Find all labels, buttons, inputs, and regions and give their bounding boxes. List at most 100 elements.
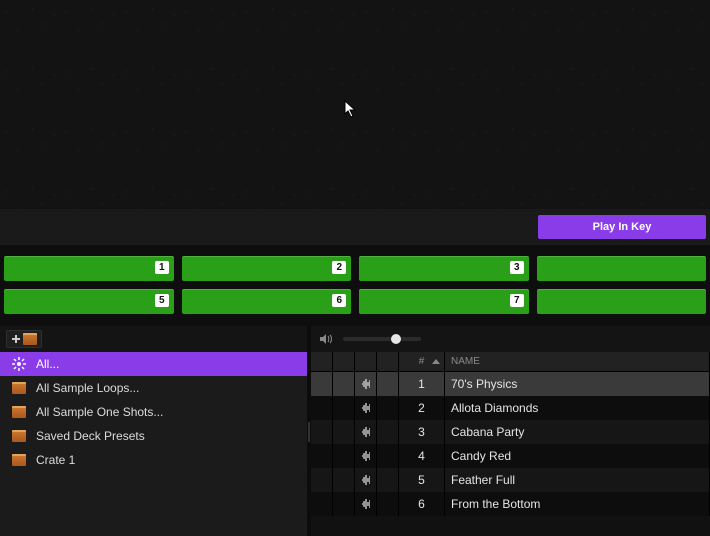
cell-blank bbox=[333, 372, 355, 396]
cell-blank-2 bbox=[377, 420, 399, 444]
cell-blank bbox=[333, 420, 355, 444]
cell-blank-2 bbox=[377, 468, 399, 492]
sample-pads: 123 5 6 7 bbox=[0, 245, 710, 326]
column-number[interactable]: # bbox=[399, 352, 445, 371]
sidebar-item[interactable]: All Sample One Shots... bbox=[0, 400, 307, 424]
cell-number: 1 bbox=[399, 372, 445, 396]
table-row[interactable]: 5 Feather Full bbox=[311, 468, 710, 492]
column-number-label: # bbox=[419, 356, 425, 367]
cell-selection bbox=[311, 468, 333, 492]
pad-number-badge: 6 bbox=[332, 294, 346, 307]
plus-icon bbox=[11, 334, 21, 344]
sample-browser: # NAME 1 70's Physics 2Allota Diamonds 3 Cab… bbox=[311, 326, 710, 536]
sidebar-item[interactable]: Crate 1 bbox=[0, 448, 307, 472]
cell-selection bbox=[311, 396, 333, 420]
sample-table: 1 70's Physics 2Allota Diamonds 3 Cabana Par… bbox=[311, 372, 710, 536]
row-name: Cabana Party bbox=[451, 425, 524, 439]
cell-blank-2 bbox=[377, 372, 399, 396]
cell-waveform bbox=[355, 444, 377, 468]
sample-pad[interactable]: 7 bbox=[359, 289, 529, 314]
sample-pad[interactable]: 3 bbox=[359, 256, 529, 281]
cell-blank bbox=[333, 468, 355, 492]
column-selection[interactable] bbox=[311, 352, 333, 371]
sample-pad[interactable]: 6 bbox=[182, 289, 352, 314]
all-samples-icon bbox=[12, 357, 26, 371]
crate-list: All... All Sample Loops...All Sample One … bbox=[0, 352, 307, 536]
waveform-icon bbox=[361, 378, 370, 390]
table-row[interactable]: 2Allota Diamonds bbox=[311, 396, 710, 420]
cell-name: From the Bottom bbox=[445, 492, 710, 516]
add-crate-button[interactable] bbox=[6, 330, 42, 348]
cell-selection bbox=[311, 492, 333, 516]
row-number: 4 bbox=[418, 449, 425, 463]
sidebar-item-label: All... bbox=[36, 357, 59, 371]
row-number: 6 bbox=[418, 497, 425, 511]
waveform-icon bbox=[361, 498, 370, 510]
table-header: # NAME bbox=[311, 352, 710, 372]
pane-divider[interactable] bbox=[307, 326, 311, 536]
sample-pad[interactable]: 5 bbox=[4, 289, 174, 314]
cell-blank-2 bbox=[377, 444, 399, 468]
row-number: 1 bbox=[418, 377, 425, 391]
sidebar-item-label: Saved Deck Presets bbox=[36, 429, 145, 443]
table-row[interactable]: 3 Cabana Party bbox=[311, 420, 710, 444]
column-blank-1[interactable] bbox=[333, 352, 355, 371]
audition-volume-slider[interactable] bbox=[343, 337, 421, 341]
row-name: Feather Full bbox=[451, 473, 515, 487]
preview-area bbox=[0, 0, 710, 209]
crate-icon bbox=[23, 333, 37, 345]
cell-selection bbox=[311, 420, 333, 444]
waveform-icon bbox=[361, 426, 370, 438]
table-row[interactable]: 6 From the Bottom bbox=[311, 492, 710, 516]
audition-bar bbox=[311, 326, 710, 352]
pad-number-badge: 7 bbox=[510, 294, 524, 307]
play-in-key-button[interactable]: Play In Key bbox=[538, 215, 706, 239]
sidebar-item[interactable]: All Sample Loops... bbox=[0, 376, 307, 400]
column-name-label: NAME bbox=[451, 356, 480, 367]
sample-pad[interactable] bbox=[537, 256, 707, 281]
cell-number: 4 bbox=[399, 444, 445, 468]
waveform-icon bbox=[361, 402, 370, 414]
row-number: 2 bbox=[418, 401, 425, 415]
column-name[interactable]: NAME bbox=[445, 352, 710, 371]
speaker-icon bbox=[319, 333, 333, 345]
cell-name: 70's Physics bbox=[445, 372, 710, 396]
cursor-icon bbox=[344, 100, 358, 118]
sample-pad[interactable]: 2 bbox=[182, 256, 352, 281]
pad-number-badge: 5 bbox=[155, 294, 169, 307]
pad-row-1: 123 bbox=[0, 252, 710, 285]
sidebar-item[interactable]: All... bbox=[0, 352, 307, 376]
pad-number-badge: 1 bbox=[155, 261, 169, 274]
cell-waveform bbox=[355, 372, 377, 396]
pad-row-2: 5 6 7 bbox=[0, 285, 710, 318]
cell-blank bbox=[333, 444, 355, 468]
column-blank-2[interactable] bbox=[377, 352, 399, 371]
waveform-icon bbox=[361, 450, 370, 462]
cell-waveform bbox=[355, 396, 377, 420]
row-name: 70's Physics bbox=[451, 377, 517, 391]
sample-pad[interactable] bbox=[537, 289, 707, 314]
table-row[interactable]: 4 Candy Red bbox=[311, 444, 710, 468]
cell-number: 3 bbox=[399, 420, 445, 444]
crate-sidebar: All... All Sample Loops...All Sample One … bbox=[0, 326, 307, 536]
column-waveform[interactable] bbox=[355, 352, 377, 371]
crate-icon bbox=[12, 382, 26, 394]
sample-pad[interactable]: 1 bbox=[4, 256, 174, 281]
cell-name: Candy Red bbox=[445, 444, 710, 468]
table-row[interactable]: 1 70's Physics bbox=[311, 372, 710, 396]
cell-name: Cabana Party bbox=[445, 420, 710, 444]
cell-blank bbox=[333, 396, 355, 420]
row-number: 3 bbox=[418, 425, 425, 439]
cell-number: 5 bbox=[399, 468, 445, 492]
cell-name: Feather Full bbox=[445, 468, 710, 492]
crate-icon bbox=[12, 430, 26, 442]
row-name: From the Bottom bbox=[451, 497, 540, 511]
sidebar-item[interactable]: Saved Deck Presets bbox=[0, 424, 307, 448]
cell-selection bbox=[311, 444, 333, 468]
cell-number: 6 bbox=[399, 492, 445, 516]
cell-number: 2 bbox=[399, 396, 445, 420]
crate-icon bbox=[12, 454, 26, 466]
row-name: Candy Red bbox=[451, 449, 511, 463]
crate-icon bbox=[12, 406, 26, 418]
cell-blank bbox=[333, 492, 355, 516]
